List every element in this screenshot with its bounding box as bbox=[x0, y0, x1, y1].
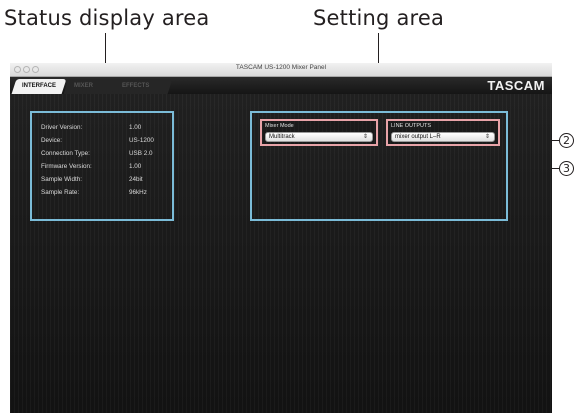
setting-panel: Mixer Mode Multitrack ⇕ LINE OUTPUTS mix… bbox=[250, 111, 508, 221]
tab-bar: INTERFACE MIXER EFFECTS bbox=[10, 77, 552, 94]
mixer-mode-label: Mixer Mode bbox=[265, 123, 294, 129]
tab-effects[interactable]: EFFECTS bbox=[111, 79, 173, 94]
status-value-sample-width: 24bit bbox=[129, 176, 143, 183]
status-label-connection-type: Connection Type: bbox=[41, 150, 90, 157]
status-label-firmware-version: Firmware Version: bbox=[41, 163, 92, 170]
status-label-sample-width: Sample Width: bbox=[41, 176, 82, 183]
tab-mixer-label: MIXER bbox=[74, 83, 94, 89]
line-outputs-select-value: mixer output L–R bbox=[395, 134, 441, 140]
status-value-firmware-version: 1.00 bbox=[129, 163, 142, 170]
tab-effects-label: EFFECTS bbox=[122, 83, 150, 89]
line-outputs-group: LINE OUTPUTS mixer output L–R ⇕ bbox=[386, 119, 500, 146]
select-arrows-icon: ⇕ bbox=[362, 134, 368, 140]
status-label-sample-rate: Sample Rate: bbox=[41, 189, 80, 196]
window-titlebar: TASCAM US-1200 Mixer Panel bbox=[10, 63, 552, 77]
status-display-panel: Driver Version: 1.00 Device: US-1200 Con… bbox=[30, 111, 174, 221]
status-display-area-callout: Status display area bbox=[4, 6, 210, 30]
status-label-driver-version: Driver Version: bbox=[41, 124, 83, 131]
tab-interface-label: INTERFACE bbox=[22, 83, 57, 89]
status-label-device: Device: bbox=[41, 137, 62, 144]
line-outputs-label: LINE OUTPUTS bbox=[391, 123, 432, 129]
status-value-driver-version: 1.00 bbox=[129, 124, 142, 131]
select-arrows-icon: ⇕ bbox=[484, 134, 490, 140]
status-value-sample-rate: 96kHz bbox=[129, 189, 147, 196]
mixer-mode-select-value: Multitrack bbox=[269, 134, 295, 140]
callout-number-2: 2 bbox=[559, 133, 574, 148]
mixer-mode-select[interactable]: Multitrack ⇕ bbox=[265, 132, 373, 142]
tascam-logo: TASCAM bbox=[487, 78, 545, 93]
tab-interface[interactable]: INTERFACE bbox=[11, 79, 67, 94]
interface-tab-content: Driver Version: 1.00 Device: US-1200 Con… bbox=[10, 94, 552, 413]
line-outputs-select[interactable]: mixer output L–R ⇕ bbox=[391, 132, 495, 142]
status-value-connection-type: USB 2.0 bbox=[129, 150, 153, 157]
setting-area-callout: Setting area bbox=[313, 6, 445, 30]
mixer-panel-window: TASCAM US-1200 Mixer Panel INTERFACE MIX… bbox=[10, 63, 552, 413]
callout-number-3: 3 bbox=[559, 161, 574, 176]
status-value-device: US-1200 bbox=[129, 137, 154, 144]
window-title: TASCAM US-1200 Mixer Panel bbox=[235, 64, 327, 71]
mixer-mode-group: Mixer Mode Multitrack ⇕ bbox=[260, 119, 378, 146]
